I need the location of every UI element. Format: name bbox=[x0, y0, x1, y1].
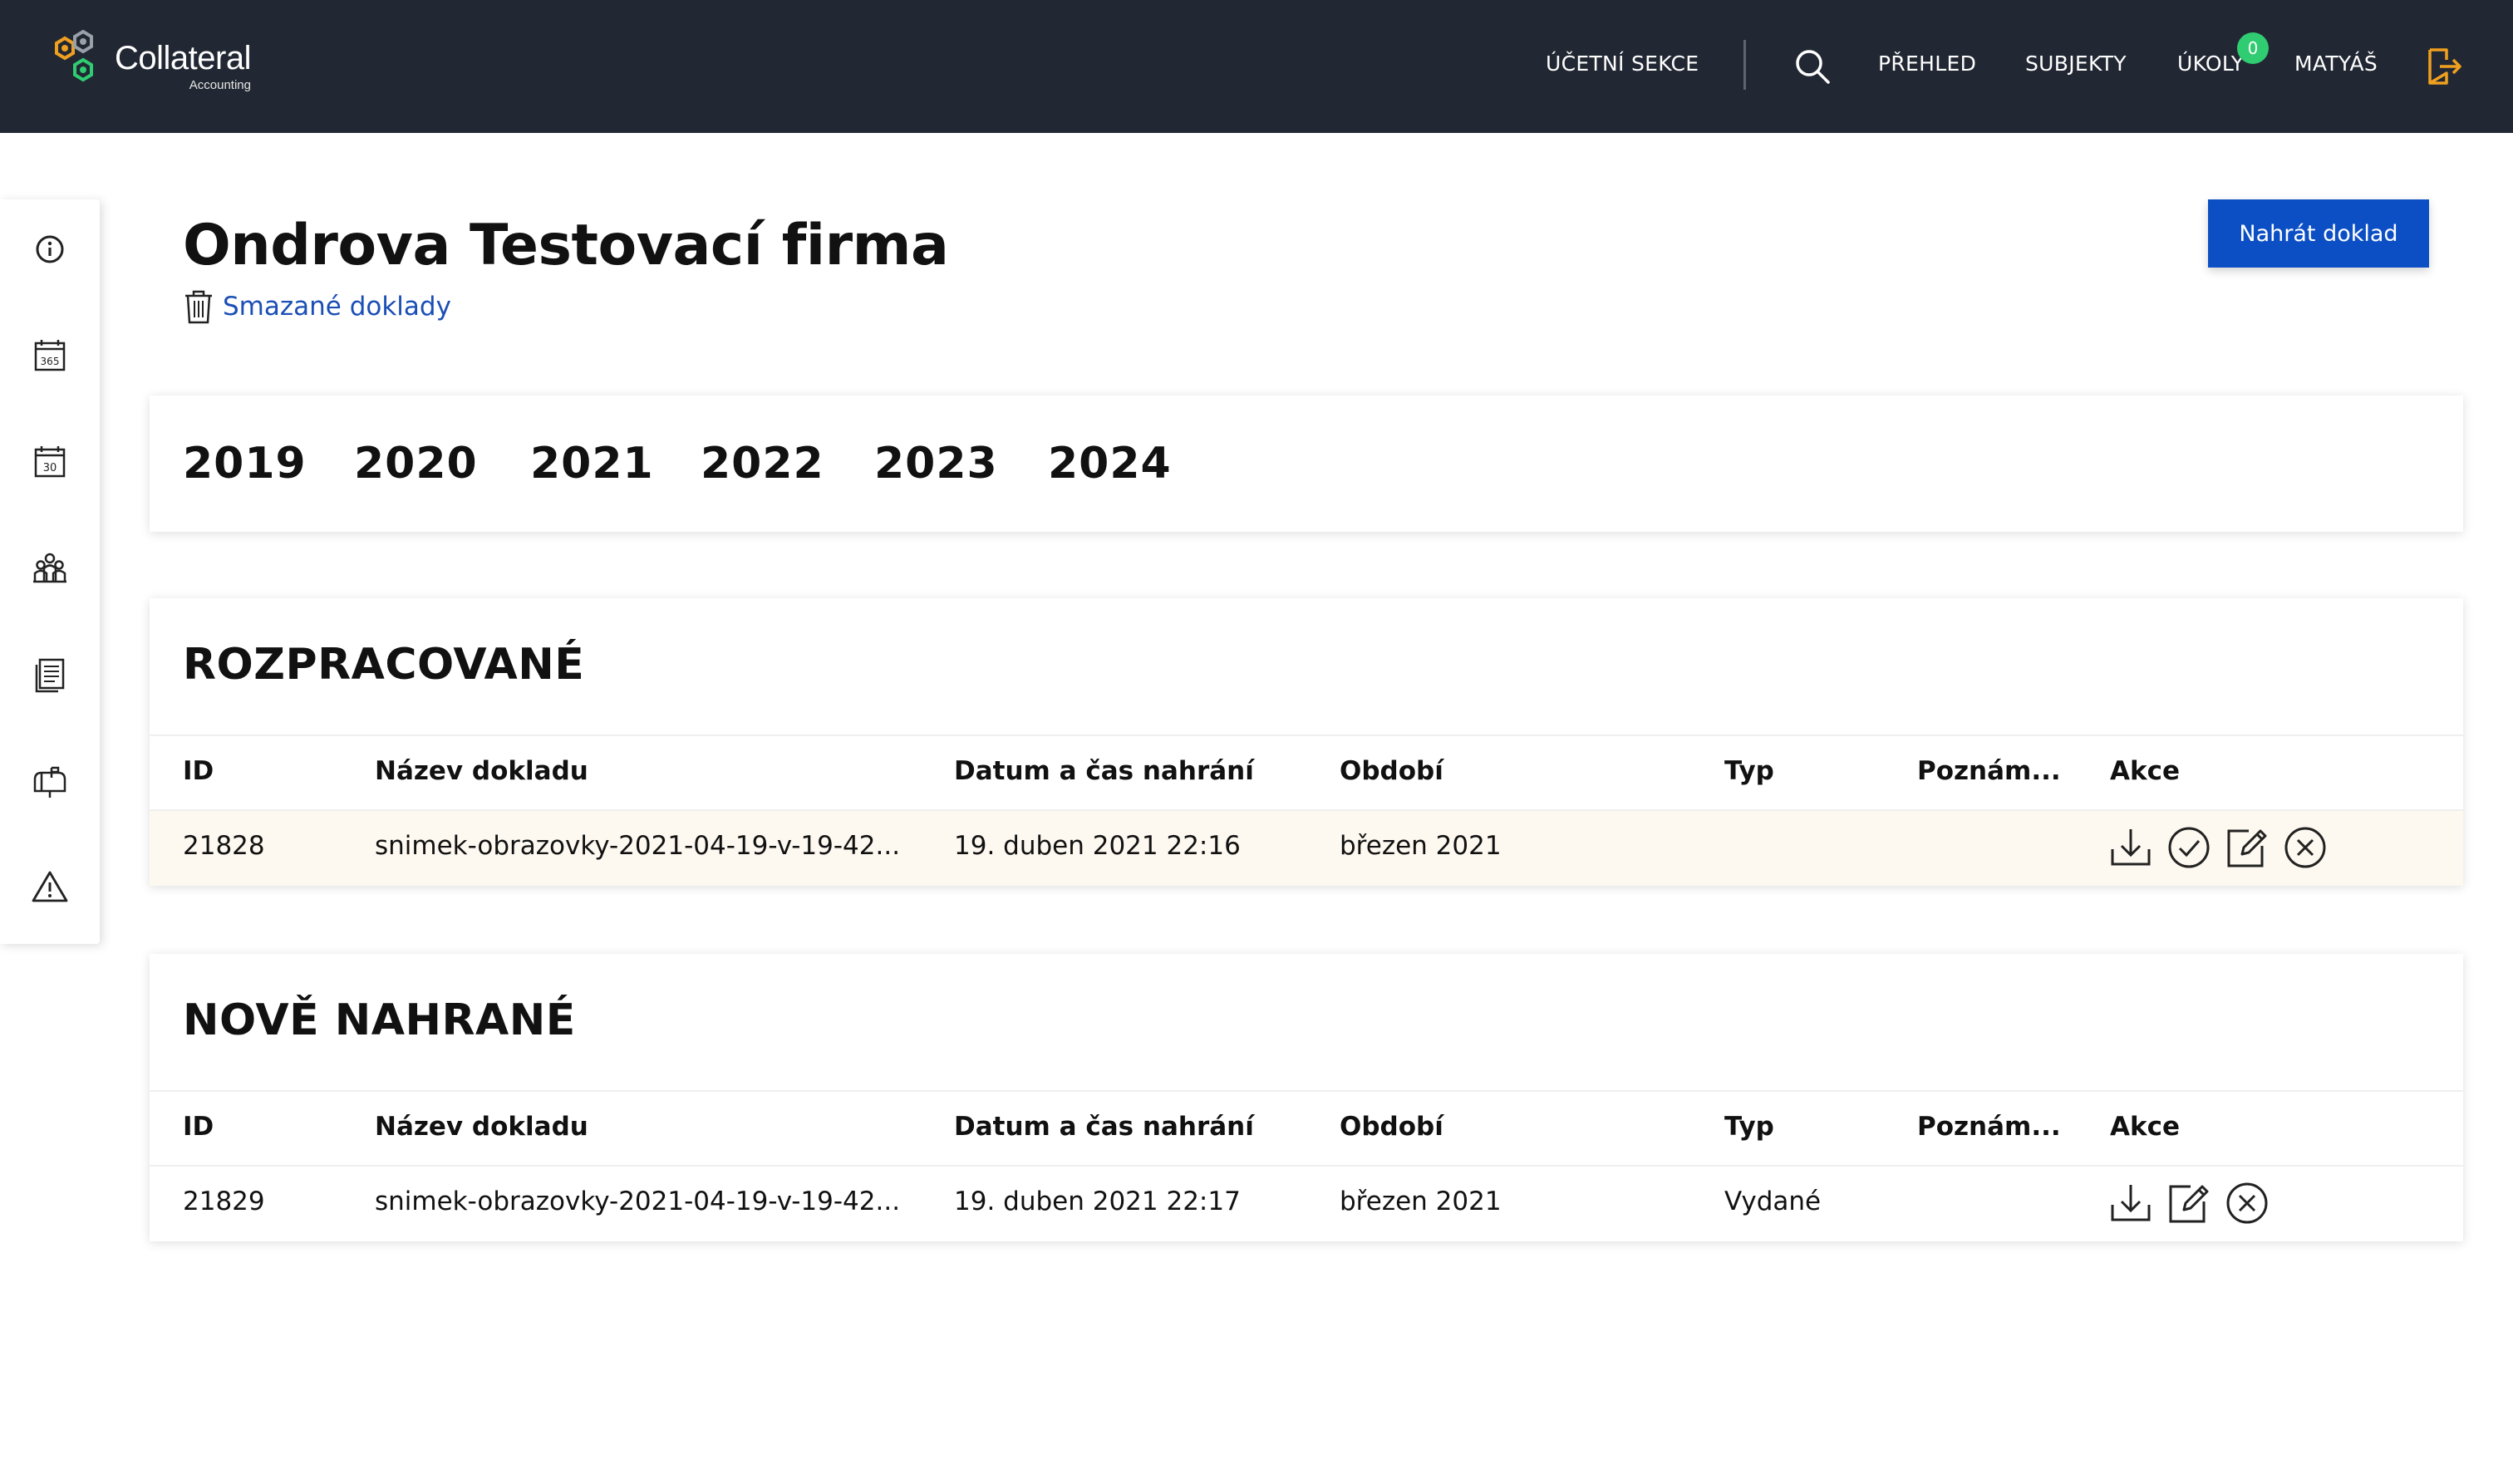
warning-icon[interactable] bbox=[30, 867, 70, 907]
page-title: Ondrova Testovací firma bbox=[183, 213, 949, 278]
column-header-period: Období bbox=[1340, 756, 1443, 786]
cell-id: 21829 bbox=[183, 1187, 265, 1216]
download-icon[interactable] bbox=[2107, 1180, 2154, 1226]
table-row[interactable]: 21828 snimek-obrazovky-2021-04-19-v-19-4… bbox=[150, 811, 2463, 886]
logout-icon[interactable] bbox=[2427, 47, 2463, 86]
section-title: NOVĚ NAHRANÉ bbox=[183, 995, 576, 1045]
cell-uploaded: 19. duben 2021 22:16 bbox=[954, 831, 1241, 861]
year-tabs: 2019 2020 2021 2022 2023 2024 bbox=[150, 396, 2463, 532]
close-circle-icon[interactable] bbox=[2224, 1180, 2270, 1226]
column-header-type: Typ bbox=[1724, 1112, 1774, 1142]
edit-icon[interactable] bbox=[2166, 1180, 2212, 1226]
cell-period: březen 2021 bbox=[1340, 831, 1502, 861]
cell-id: 21828 bbox=[183, 831, 265, 861]
year-tab-2024[interactable]: 2024 bbox=[1048, 437, 1172, 490]
nav-user-menu[interactable]: MATYÁŠ bbox=[2294, 50, 2378, 78]
year-tab-2020[interactable]: 2020 bbox=[354, 437, 478, 490]
cell-uploaded: 19. duben 2021 22:17 bbox=[954, 1187, 1241, 1216]
cell-type: Vydané bbox=[1724, 1187, 1822, 1216]
nav-subjects[interactable]: SUBJEKTY bbox=[2025, 50, 2127, 78]
column-header-id: ID bbox=[183, 1112, 214, 1142]
in-progress-section: ROZPRACOVANÉ ID Název dokladu Datum a ča… bbox=[150, 598, 2463, 886]
column-header-uploaded: Datum a čas nahrání bbox=[954, 1112, 1254, 1142]
deleted-documents-link[interactable]: Smazané doklady bbox=[183, 289, 451, 324]
table-row[interactable]: 21829 snimek-obrazovky-2021-04-19-v-19-4… bbox=[150, 1167, 2463, 1241]
people-group-icon[interactable] bbox=[30, 548, 70, 588]
column-header-note: Poznám... bbox=[1917, 1112, 2061, 1142]
cell-document-name[interactable]: snimek-obrazovky-2021-04-19-v-19-42... bbox=[375, 829, 900, 862]
column-header-id: ID bbox=[183, 756, 214, 786]
logo-subtitle: Accounting bbox=[189, 78, 251, 92]
nav-tasks[interactable]: ÚKOLY bbox=[2177, 50, 2244, 78]
calendar-365-icon[interactable]: 365 bbox=[30, 336, 70, 376]
check-circle-icon[interactable] bbox=[2166, 824, 2212, 871]
svg-text:365: 365 bbox=[41, 356, 60, 367]
nav-overview[interactable]: PŘEHLED bbox=[1878, 50, 1976, 78]
divider bbox=[150, 735, 2463, 736]
column-header-name: Název dokladu bbox=[375, 756, 588, 786]
column-header-note: Poznám... bbox=[1917, 756, 2061, 786]
svg-text:30: 30 bbox=[43, 462, 57, 474]
newly-uploaded-section: NOVĚ NAHRANÉ ID Název dokladu Datum a ča… bbox=[150, 954, 2463, 1241]
cell-period: březen 2021 bbox=[1340, 1187, 1502, 1216]
download-icon[interactable] bbox=[2107, 824, 2154, 871]
column-header-uploaded: Datum a čas nahrání bbox=[954, 756, 1254, 786]
nav-accounting-section[interactable]: ÚČETNÍ SEKCE bbox=[1546, 50, 1699, 78]
app-logo[interactable]: Collateral Accounting bbox=[48, 30, 251, 92]
year-tab-2021[interactable]: 2021 bbox=[530, 437, 654, 490]
year-tab-2022[interactable]: 2022 bbox=[701, 437, 824, 490]
section-title: ROZPRACOVANÉ bbox=[183, 640, 585, 690]
sidebar: 365 30 bbox=[0, 199, 100, 944]
logo-hexagons-icon bbox=[55, 30, 93, 82]
deleted-documents-label: Smazané doklady bbox=[223, 292, 451, 322]
calendar-30-icon[interactable]: 30 bbox=[30, 442, 70, 482]
edit-icon[interactable] bbox=[2224, 824, 2270, 871]
divider bbox=[150, 1090, 2463, 1092]
tasks-count-badge: 0 bbox=[2237, 32, 2269, 64]
logo-wordmark: Collateral Accounting bbox=[115, 40, 251, 92]
info-icon[interactable] bbox=[30, 229, 70, 269]
upload-document-button[interactable]: Nahrát doklad bbox=[2208, 199, 2429, 268]
nav-divider bbox=[1743, 40, 1746, 90]
year-tab-2023[interactable]: 2023 bbox=[874, 437, 998, 490]
column-header-type: Typ bbox=[1724, 756, 1774, 786]
top-navigation-bar: Collateral Accounting ÚČETNÍ SEKCE PŘEHL… bbox=[0, 0, 2513, 133]
column-header-period: Období bbox=[1340, 1112, 1443, 1142]
search-icon[interactable] bbox=[1793, 47, 1832, 86]
logo-name: Collateral bbox=[115, 40, 251, 76]
trash-icon bbox=[185, 290, 212, 324]
mailbox-icon[interactable] bbox=[30, 761, 70, 801]
column-header-name: Název dokladu bbox=[375, 1112, 588, 1142]
year-tab-2019[interactable]: 2019 bbox=[183, 437, 307, 490]
documents-icon[interactable] bbox=[30, 655, 70, 695]
close-circle-icon[interactable] bbox=[2282, 824, 2329, 871]
column-header-actions: Akce bbox=[2110, 1112, 2181, 1142]
cell-document-name[interactable]: snimek-obrazovky-2021-04-19-v-19-42... bbox=[375, 1185, 900, 1218]
column-header-actions: Akce bbox=[2110, 756, 2181, 786]
